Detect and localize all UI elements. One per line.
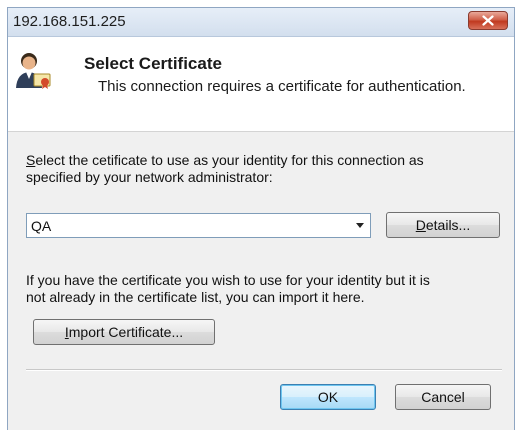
chevron-down-icon [356, 223, 364, 228]
details-button[interactable]: Details... [386, 212, 500, 238]
dialog-header: Select Certificate This connection requi… [8, 37, 514, 132]
certificate-select-value: QA [31, 218, 52, 234]
select-instructions: Select the cetificate to use as your ide… [26, 152, 506, 186]
window-title: 192.168.151.225 [13, 13, 126, 30]
cancel-button-label: Cancel [421, 389, 465, 405]
import-instructions-line1: If you have the certificate you wish to … [26, 272, 430, 288]
ok-button[interactable]: OK [280, 384, 376, 410]
select-instructions-line2: specified by your network administrator: [26, 169, 273, 185]
dialog-subheading: This connection requires a certificate f… [98, 78, 466, 95]
import-certificate-button-label: mport Certificate... [68, 324, 184, 340]
separator [26, 369, 502, 371]
select-accesskey: S [26, 152, 36, 168]
certificate-select[interactable]: QA [26, 213, 371, 238]
select-certificate-dialog: 192.168.151.225 Select Certificate This … [7, 7, 515, 430]
details-button-label: etails... [425, 217, 471, 233]
dialog-heading: Select Certificate [84, 54, 222, 73]
details-accesskey: D [415, 217, 426, 233]
ok-button-label: OK [317, 389, 339, 405]
close-icon [482, 15, 494, 26]
title-bar: 192.168.151.225 [8, 8, 514, 37]
import-instructions: If you have the certificate you wish to … [26, 272, 506, 306]
cancel-button[interactable]: Cancel [395, 384, 491, 410]
close-button[interactable] [468, 11, 508, 30]
certificate-user-icon [16, 53, 51, 89]
import-instructions-line2: not already in the certificate list, you… [26, 289, 365, 305]
import-certificate-button[interactable]: Import Certificate... [33, 319, 215, 345]
select-instructions-line1: elect the cetificate to use as your iden… [35, 152, 424, 168]
